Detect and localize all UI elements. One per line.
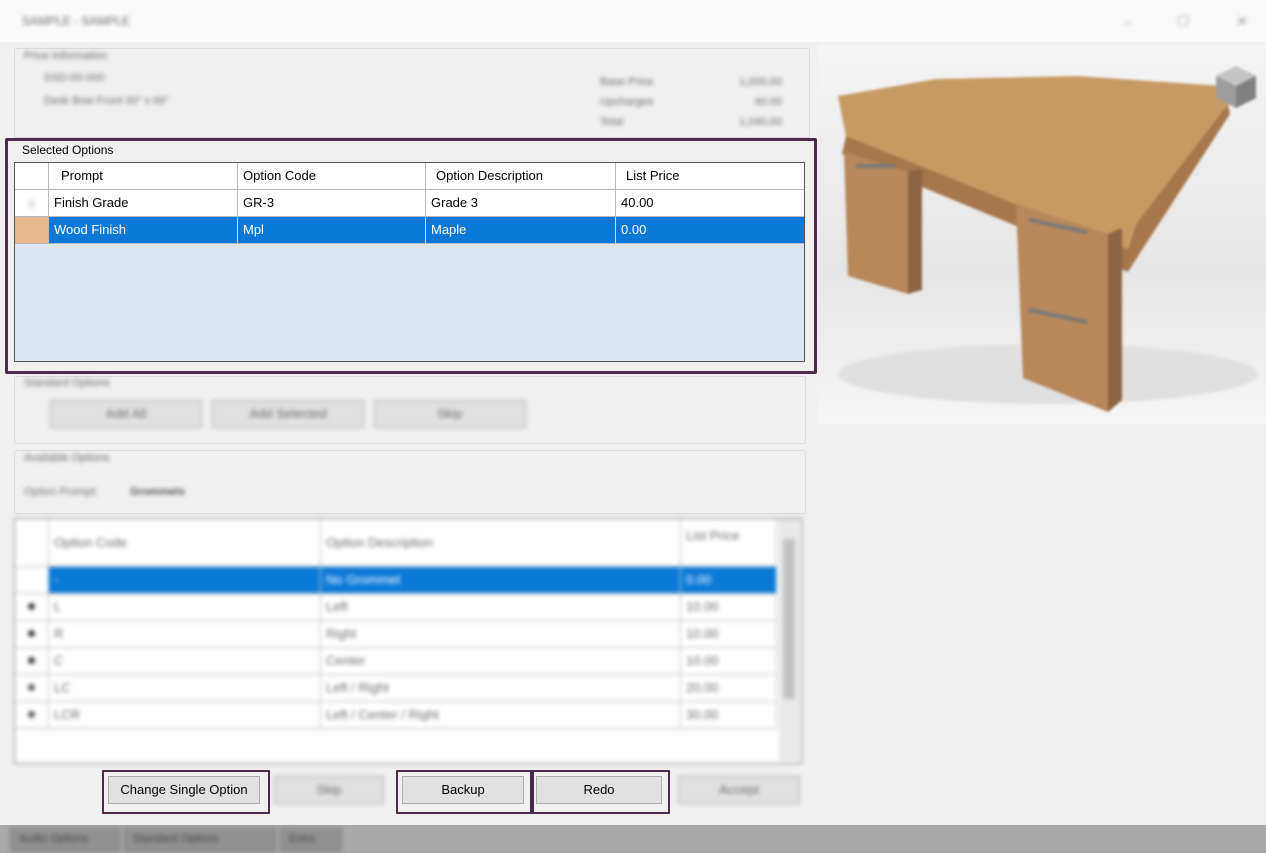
cell-option-description[interactable]: Right [321,621,681,648]
product-preview[interactable] [818,44,1266,424]
cell-option-code[interactable]: GR-3 [238,190,426,217]
cell-option-code[interactable]: L [49,594,321,621]
vertical-scrollbar[interactable] [779,519,799,761]
grommet-icon: ● [15,702,49,729]
available-options-label: Available Options [24,452,110,464]
maximize-button[interactable]: ☐ [1168,10,1198,32]
add-all-button[interactable]: Add All [50,400,202,428]
scrollbar-thumb[interactable] [783,539,795,699]
grommet-icon: ● [15,594,49,621]
price-information-label: Price Information [24,50,108,62]
cell-option-description[interactable]: Center [321,648,681,675]
column-option-code[interactable]: Option Code [238,163,426,190]
standard-options-label: Standard Options [24,377,110,389]
grommet-icon: ● [15,675,49,702]
option-prompt-value: Grommets [130,486,186,498]
row-icon [15,567,49,594]
part-description: Desk Bow Front 30" x 66" [44,95,170,107]
cell-option-code[interactable]: - [49,567,321,594]
part-number: SSD-00-000 [44,72,105,84]
cell-list-price[interactable]: 20.00 [681,675,777,702]
minimize-button[interactable]: – [1112,10,1142,32]
cell-option-description-selected[interactable]: Maple [426,217,616,244]
base-price-value: 1,000.00 [739,76,782,88]
cell-prompt-selected[interactable]: Wood Finish [49,217,238,244]
grommet-icon: ● [15,621,49,648]
upcharges-label: Upcharges [600,96,654,108]
cell-option-description[interactable]: Left / Right [321,675,681,702]
tab-extra[interactable]: Extra [280,828,342,852]
cell-list-price-selected[interactable]: 0.00 [616,217,804,244]
cell-list-price[interactable]: 0.00 [681,567,777,594]
total-label: Total [600,116,624,128]
cell-option-code[interactable]: C [49,648,321,675]
cell-option-description[interactable]: Left / Center / Right [321,702,681,729]
tab-audio-options[interactable]: Audio Options [10,828,120,852]
selected-options-grid[interactable]: Prompt Option Code Option Description Li… [14,162,805,362]
backup-button[interactable]: Backup [402,776,524,804]
row-header-corner [15,519,49,567]
close-button[interactable]: ✕ [1227,10,1257,32]
option-swatch-icon: ◎ [27,199,36,210]
option-prompt-label: Option Prompt: [24,486,98,498]
window-title: SAMPLE - SAMPLE [22,14,131,28]
column-list-price[interactable]: List Price [616,163,804,190]
wood-swatch-icon [15,217,49,244]
upcharges-value: 40.00 [754,96,782,108]
accept-button[interactable]: Accept [678,776,800,804]
available-options-grid[interactable]: Option Code Option Description List Pric… [14,518,802,764]
cell-option-description[interactable]: No Grommet [321,567,681,594]
redo-button[interactable]: Redo [536,776,662,804]
column-option-description[interactable]: Option Description [426,163,616,190]
change-single-option-button[interactable]: Change Single Option [108,776,260,804]
column-list-price[interactable]: List Price [681,519,777,567]
cell-option-code[interactable]: LCR [49,702,321,729]
column-prompt[interactable]: Prompt [49,163,238,190]
price-labels: Base Price Upcharges Total [600,72,653,132]
column-option-code[interactable]: Option Code [49,519,321,567]
cell-option-code-selected[interactable]: Mpl [238,217,426,244]
tab-standard-options[interactable]: Standard Options [124,828,276,852]
base-price-label: Base Price [600,76,654,88]
row-header-corner [15,163,49,190]
grommet-icon: ● [15,648,49,675]
column-option-description[interactable]: Option Description [321,519,681,567]
available-options-group [14,450,806,514]
cell-option-code[interactable]: R [49,621,321,648]
price-information-group [14,48,810,138]
cell-list-price[interactable]: 30.00 [681,702,777,729]
cell-list-price[interactable]: 10.00 [681,621,777,648]
cell-list-price[interactable]: 10.00 [681,648,777,675]
cell-list-price[interactable]: 10.00 [681,594,777,621]
title-bar: SAMPLE - SAMPLE – ☐ ✕ [0,0,1266,42]
row-icon: ◎ [15,190,49,217]
skip-button[interactable]: Skip [274,776,384,804]
total-value: 1,040.00 [739,116,782,128]
add-selected-button[interactable]: Add Selected [212,400,364,428]
cell-prompt[interactable]: Finish Grade [49,190,238,217]
cell-option-description[interactable]: Grade 3 [426,190,616,217]
skip-standard-button[interactable]: Skip [374,400,526,428]
cell-list-price[interactable]: 40.00 [616,190,804,217]
selected-options-label: Selected Options [22,143,114,157]
cell-option-description[interactable]: Left [321,594,681,621]
price-values: 1,000.00 40.00 1,040.00 [718,72,782,132]
cell-option-code[interactable]: LC [49,675,321,702]
desk-render-image [838,66,1258,412]
